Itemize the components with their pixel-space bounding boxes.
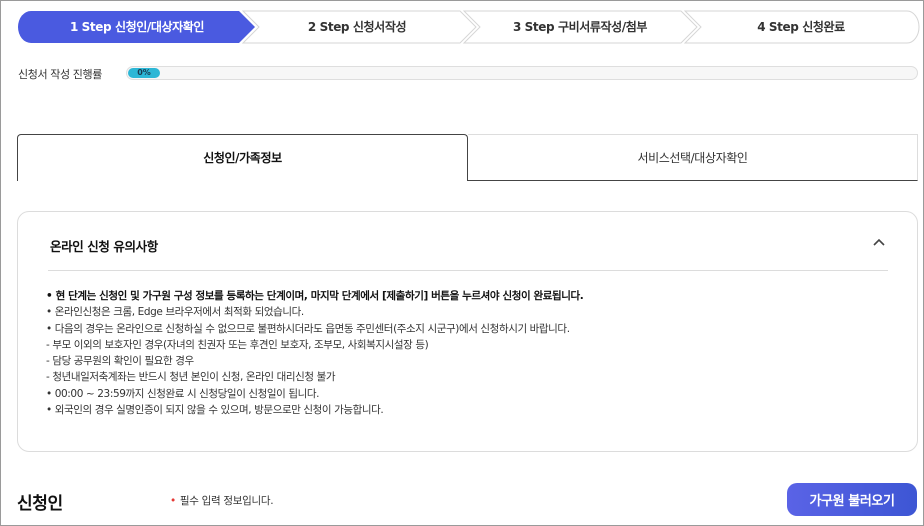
progress-value: 0% <box>128 68 160 78</box>
chevron-up-icon[interactable] <box>871 234 887 250</box>
step-navigation: 1 Step 신청인/대상자확인 2 Step 신청서작성 3 Step 구비서… <box>17 10 920 44</box>
notice-panel: 온라인 신청 유의사항 • 현 단계는 신청인 및 가구원 구성 정보를 등록하… <box>17 211 918 452</box>
required-text: 필수 입력 정보입니다. <box>179 495 274 507</box>
step-2[interactable]: 2 Step 신청서작성 <box>257 10 457 44</box>
required-mark: • <box>170 495 176 507</box>
notice-item: • 온라인신청은 크롬, Edge 브라우저에서 최적화 되었습니다. <box>46 306 304 319</box>
step-4[interactable]: 4 Step 신청완료 <box>701 10 901 44</box>
load-family-button[interactable]: 가구원 불러오기 <box>787 483 917 516</box>
tab-applicant-family[interactable]: 신청인/가족정보 <box>17 134 468 181</box>
progress-label: 신청서 작성 진행률 <box>18 68 102 81</box>
step-3[interactable]: 3 Step 구비서류작성/첨부 <box>480 10 680 44</box>
notice-list: • 현 단계는 신청인 및 가구원 구성 정보를 등록하는 단계이며, 마지막 … <box>46 288 906 418</box>
progress-bar: 0% <box>126 66 918 80</box>
section-title: 신청인 <box>17 494 63 514</box>
notice-item: • 현 단계는 신청인 및 가구원 구성 정보를 등록하는 단계이며, 마지막 … <box>46 290 584 302</box>
notice-item: - 담당 공무원의 확인이 필요한 경우 <box>46 355 194 368</box>
tab-service-selection[interactable]: 서비스선택/대상자확인 <box>468 134 918 181</box>
notice-item: - 청년내일저축계좌는 반드시 청년 본인이 신청, 온라인 대리신청 불가 <box>46 371 336 384</box>
step-1[interactable]: 1 Step 신청인/대상자확인 <box>37 10 237 44</box>
notice-item: - 부모 이외의 보호자인 경우(자녀의 친권자 또는 후견인 보호자, 조부모… <box>46 338 429 351</box>
notice-divider <box>48 270 888 271</box>
notice-title: 온라인 신청 유의사항 <box>50 239 158 254</box>
notice-item: • 00:00 ~ 23:59까지 신청완료 시 신청당일이 신청일이 됩니다. <box>46 387 320 400</box>
notice-item: • 외국인의 경우 실명인증이 되지 않을 수 있으며, 방문으로만 신청이 가… <box>46 404 384 417</box>
required-note: • 필수 입력 정보입니다. <box>170 493 274 508</box>
notice-item: • 다음의 경우는 온라인으로 신청하실 수 없으므로 불편하시더라도 읍면동 … <box>46 322 570 335</box>
